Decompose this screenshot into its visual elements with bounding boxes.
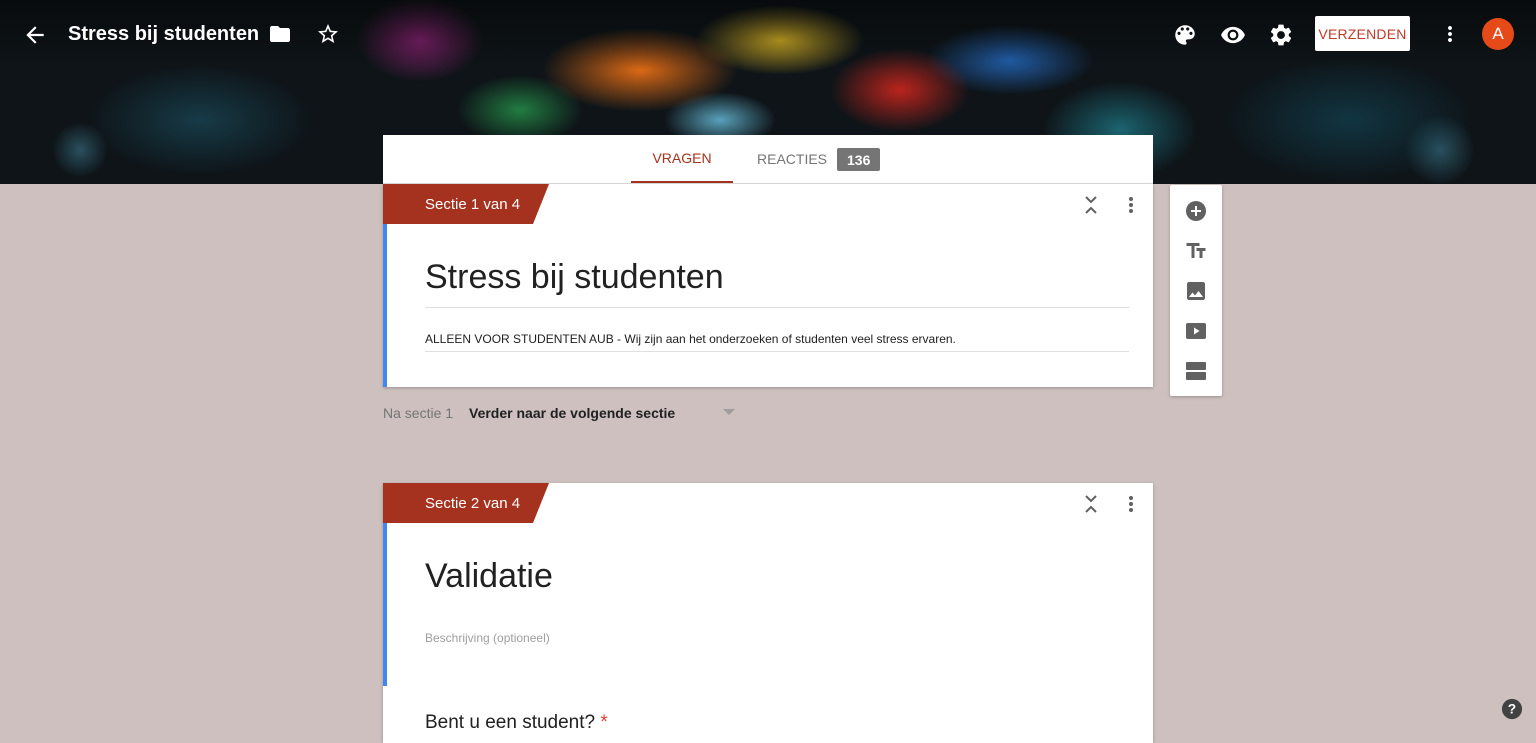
after-section-select[interactable]: Verder naar de volgende sectie <box>469 405 675 421</box>
add-image-icon[interactable] <box>1184 279 1208 303</box>
avatar[interactable]: A <box>1482 18 1514 50</box>
section-1-accent <box>383 224 387 387</box>
send-button[interactable]: VERZENDEN <box>1315 16 1410 51</box>
section-1-card[interactable]: Sectie 1 van 4 Stress bij studenten ALLE… <box>383 184 1153 387</box>
tabs-bar: VRAGEN REACTIES 136 <box>383 135 1153 184</box>
more-vert-icon[interactable] <box>1438 22 1462 46</box>
collapse-icon[interactable] <box>1081 493 1101 515</box>
collapse-icon[interactable] <box>1081 194 1101 216</box>
section-1-description[interactable]: ALLEEN VOOR STUDENTEN AUB - Wij zijn aan… <box>425 332 956 346</box>
add-video-icon[interactable] <box>1184 319 1208 343</box>
tab-responses[interactable]: REACTIES <box>757 135 827 183</box>
section-2-card[interactable]: Sectie 2 van 4 Validatie Beschrijving (o… <box>383 483 1153 743</box>
tab-questions[interactable]: VRAGEN <box>631 135 733 183</box>
section-1-title[interactable]: Stress bij studenten <box>425 258 724 297</box>
description-underline <box>425 351 1129 352</box>
gear-icon[interactable] <box>1268 22 1294 48</box>
top-bar: Stress bij studenten VERZENDEN A <box>0 0 1536 70</box>
required-star: * <box>600 712 608 733</box>
add-section-icon[interactable] <box>1184 359 1208 383</box>
dropdown-arrow-icon[interactable] <box>723 409 735 415</box>
arrow-back-icon[interactable] <box>22 22 48 48</box>
section-2-accent <box>383 523 387 686</box>
side-toolbar <box>1170 185 1222 396</box>
section-2-title[interactable]: Validatie <box>425 557 553 596</box>
palette-icon[interactable] <box>1172 22 1198 48</box>
section-2-tag: Sectie 2 van 4 <box>383 483 549 523</box>
question-text: Bent u een student? <box>425 712 596 733</box>
section-more-icon[interactable] <box>1121 493 1141 515</box>
document-title[interactable]: Stress bij studenten <box>68 23 259 46</box>
folder-icon[interactable] <box>268 22 292 46</box>
section-more-icon[interactable] <box>1121 194 1141 216</box>
svg-text:?: ? <box>1508 702 1516 717</box>
title-underline <box>425 307 1129 308</box>
help-icon[interactable]: ? <box>1501 698 1523 720</box>
add-title-icon[interactable] <box>1184 239 1208 263</box>
question-title[interactable]: Bent u een student? * <box>425 712 608 734</box>
after-section-label: Na sectie 1 <box>383 405 454 421</box>
add-question-icon[interactable] <box>1184 199 1208 223</box>
section-1-tag: Sectie 1 van 4 <box>383 184 549 224</box>
responses-count-badge: 136 <box>837 148 881 171</box>
section-2-description-placeholder[interactable]: Beschrijving (optioneel) <box>425 631 550 645</box>
star-outline-icon[interactable] <box>316 22 340 46</box>
eye-preview-icon[interactable] <box>1220 22 1246 48</box>
